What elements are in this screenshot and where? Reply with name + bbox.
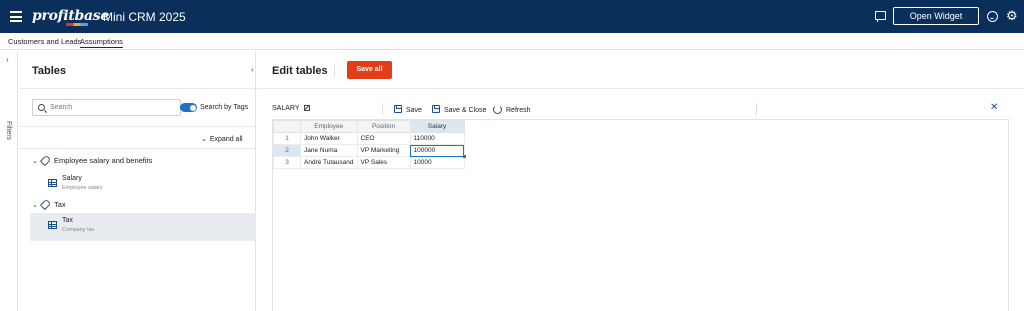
column-header-salary[interactable]: Salary xyxy=(409,120,465,133)
column-header-employee[interactable]: Employee xyxy=(300,120,358,133)
edit-tables-title: Edit tables xyxy=(272,65,328,77)
save-icon xyxy=(394,105,402,113)
app-logo: profitbase xyxy=(32,8,109,24)
table-icon xyxy=(48,221,57,229)
data-grid: Employee Position Salary 1 John Walker C… xyxy=(272,119,1009,311)
table-name-label: SALARY xyxy=(272,105,300,112)
search-by-tags-label: Search by Tags xyxy=(200,104,249,111)
divider xyxy=(19,88,256,89)
tab-customers-and-leads[interactable]: Customers and Leads xyxy=(8,37,81,46)
cell-position[interactable]: VP Sales xyxy=(356,156,411,169)
tree-item-desc: Employee salary xyxy=(62,185,103,191)
edit-icon[interactable] xyxy=(303,105,310,111)
divider xyxy=(382,103,383,115)
save-button[interactable]: Save xyxy=(394,105,422,114)
row-number-header xyxy=(273,120,301,133)
app-title: Mini CRM 2025 xyxy=(103,10,186,24)
tree-item-salary[interactable]: Salary Employee salary xyxy=(30,171,256,199)
tree-group-label: Tax xyxy=(54,200,66,209)
save-all-button[interactable]: Save all xyxy=(347,61,392,79)
feedback-smile-icon[interactable] xyxy=(987,11,998,22)
column-header-position[interactable]: Position xyxy=(356,120,411,133)
divider xyxy=(756,103,757,115)
table-icon xyxy=(48,179,57,187)
table-row: 2 Jane Numa VP Marketing 100000 xyxy=(273,144,467,159)
chevron-right-icon[interactable]: › xyxy=(6,55,9,64)
cell-salary[interactable]: 10000 xyxy=(409,156,465,169)
refresh-button[interactable]: Refresh xyxy=(493,105,531,114)
tree-item-name: Tax xyxy=(62,217,73,224)
divider xyxy=(19,148,256,149)
cell-position[interactable]: VP Marketing xyxy=(356,144,411,157)
table-row: 3 André Tutausand VP Sales 10000 xyxy=(273,156,465,169)
tree-item-tax[interactable]: Tax Company tax xyxy=(30,213,256,241)
close-icon[interactable]: ✕ xyxy=(990,102,998,113)
expand-all-label: Expand all xyxy=(209,136,243,143)
table-name: SALARY xyxy=(272,105,310,112)
divider xyxy=(19,126,256,127)
divider xyxy=(257,88,1024,89)
cell-salary[interactable]: 110000 xyxy=(409,132,465,145)
filters-rail[interactable]: › Filters xyxy=(0,51,18,311)
tables-title: Tables xyxy=(32,65,67,77)
cell-salary-editing[interactable]: 100000 xyxy=(409,144,467,159)
tree-item-name: Salary xyxy=(62,175,82,182)
tables-panel: Tables ‹ Search Search by Tags ⌄ Expand a… xyxy=(19,51,256,311)
expand-all-button[interactable]: ⌄ Expand all xyxy=(201,135,243,143)
tree-group-employee-salary[interactable]: ⌄ Employee salary and benefits xyxy=(32,154,153,167)
search-by-tags-toggle[interactable] xyxy=(180,103,197,112)
tree-group-tax[interactable]: ⌄ Tax xyxy=(32,198,66,211)
chat-icon[interactable] xyxy=(875,11,886,22)
tab-assumptions[interactable]: Assumptions xyxy=(80,37,123,48)
edit-tables-panel: Edit tables Save all SALARY Save Save & … xyxy=(257,51,1024,311)
grid-header-row: Employee Position Salary xyxy=(273,120,465,133)
collapse-panel-icon[interactable]: ‹ xyxy=(251,65,254,74)
cell-employee[interactable]: John Walker xyxy=(300,132,358,145)
cell-employee[interactable]: André Tutausand xyxy=(300,156,358,169)
save-label: Save xyxy=(406,107,422,114)
search-icon xyxy=(38,104,45,111)
menu-icon[interactable] xyxy=(10,11,22,22)
cell-position[interactable]: CEO xyxy=(356,132,411,145)
row-number[interactable]: 3 xyxy=(273,156,301,169)
table-row: 1 John Walker CEO 110000 xyxy=(273,132,465,145)
filters-label: Filters xyxy=(5,121,12,141)
tree-group-label: Employee salary and benefits xyxy=(54,156,153,165)
tag-icon xyxy=(39,154,52,167)
divider xyxy=(334,65,335,77)
refresh-icon xyxy=(493,105,502,114)
logo-accent xyxy=(66,23,88,26)
tag-icon xyxy=(39,198,52,211)
refresh-label: Refresh xyxy=(506,107,531,114)
search-placeholder: Search xyxy=(50,104,73,111)
cell-employee[interactable]: Jane Numa xyxy=(300,144,358,157)
row-number[interactable]: 1 xyxy=(273,132,301,145)
tree-item-desc: Company tax xyxy=(62,227,95,233)
open-widget-button[interactable]: Open Widget xyxy=(893,7,979,25)
top-bar: profitbase Mini CRM 2025 Open Widget ⚙ xyxy=(0,0,1024,33)
nav-tabs: Customers and Leads Assumptions xyxy=(0,33,1024,50)
save-close-icon xyxy=(432,105,440,113)
row-number[interactable]: 2 xyxy=(273,144,301,157)
salary-grid: Employee Position Salary 1 John Walker C… xyxy=(273,120,467,169)
save-close-button[interactable]: Save & Close xyxy=(432,105,486,114)
gear-icon[interactable]: ⚙ xyxy=(1006,9,1018,23)
chevron-down-icon: ⌄ xyxy=(201,136,207,143)
search-input[interactable]: Search xyxy=(32,99,181,116)
save-close-label: Save & Close xyxy=(444,107,487,114)
